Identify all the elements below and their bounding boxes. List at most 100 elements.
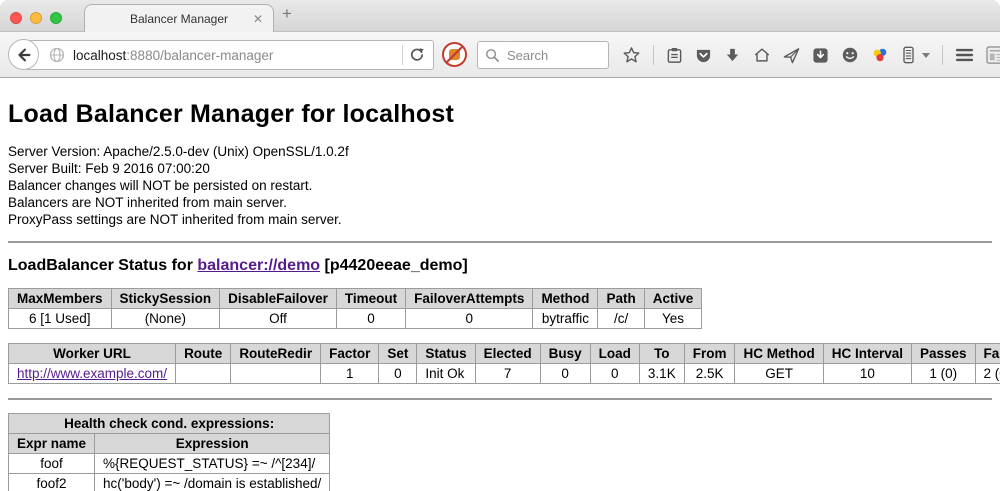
balancer-demo-link[interactable]: balancer://demo xyxy=(197,257,320,274)
cell-expr-name: foof xyxy=(9,454,95,474)
balancer-heading-prefix: LoadBalancer Status for xyxy=(8,257,197,274)
header-to: To xyxy=(639,344,684,364)
balancer-status-table: MaxMembers StickySession DisableFailover… xyxy=(8,288,702,329)
navigation-toolbar: localhost:8880/balancer-manager xyxy=(0,32,1000,78)
toolbar-icons xyxy=(622,40,1000,70)
globe-icon xyxy=(49,47,65,63)
cell-to: 3.1K xyxy=(639,364,684,384)
save-page-icon[interactable] xyxy=(812,47,829,64)
page-content: Load Balancer Manager for localhost Serv… xyxy=(0,78,1000,490)
server-version-line: Server Version: Apache/2.5.0-dev (Unix) … xyxy=(8,143,992,160)
header-fails: Fails xyxy=(975,344,1000,364)
header-maxmembers: MaxMembers xyxy=(9,289,112,309)
cell-set: 0 xyxy=(379,364,417,384)
cell-busy: 0 xyxy=(540,364,590,384)
table-row: foof %{REQUEST_STATUS} =~ /^[234]/ xyxy=(9,454,330,474)
cell-fails: 2 (0) xyxy=(975,364,1000,384)
reload-button[interactable] xyxy=(409,47,425,63)
header-factor: Factor xyxy=(321,344,379,364)
persist-notice-line: Balancer changes will NOT be persisted o… xyxy=(8,177,992,194)
header-method: Method xyxy=(533,289,598,309)
toolbar-divider xyxy=(942,45,943,65)
cell-expr-name: foof2 xyxy=(9,474,95,491)
header-busy: Busy xyxy=(540,344,590,364)
header-expr-name: Expr name xyxy=(9,434,95,454)
cell-stickysession: (None) xyxy=(111,309,220,329)
health-table-title: Health check cond. expressions: xyxy=(9,414,330,434)
browser-window: Balancer Manager ✕ + localhost:8880/bala… xyxy=(0,0,1000,491)
table-row: foof2 hc('body') =~ /domain is establish… xyxy=(9,474,330,491)
urlbar-divider xyxy=(402,45,403,65)
cell-passes: 1 (0) xyxy=(911,364,975,384)
header-disablefailover: DisableFailover xyxy=(220,289,337,309)
header-elected: Elected xyxy=(475,344,540,364)
send-to-device-icon[interactable] xyxy=(783,47,800,64)
header-route: Route xyxy=(176,344,231,364)
minimize-window-button[interactable] xyxy=(30,12,42,24)
header-failoverattempts: FailoverAttempts xyxy=(406,289,533,309)
header-path: Path xyxy=(598,289,644,309)
cell-disablefailover: Off xyxy=(220,309,337,329)
url-domain: localhost xyxy=(73,48,126,63)
toolbar-divider xyxy=(653,45,654,65)
table-header-row: Expr name Expression xyxy=(9,434,330,454)
content-blocker-icon[interactable] xyxy=(441,41,468,68)
search-input[interactable] xyxy=(505,47,595,64)
header-status: Status xyxy=(417,344,475,364)
cell-hc-interval: 10 xyxy=(823,364,911,384)
server-built-line: Server Built: Feb 9 2016 07:00:20 xyxy=(8,160,992,177)
header-routeredir: RouteRedir xyxy=(231,344,321,364)
worker-url-link[interactable]: http://www.example.com/ xyxy=(17,366,167,381)
cell-factor: 1 xyxy=(321,364,379,384)
balancer-heading: LoadBalancer Status for balancer://demo … xyxy=(8,257,992,275)
cell-maxmembers: 6 [1 Used] xyxy=(9,309,112,329)
traffic-lights xyxy=(10,12,62,24)
color-dots-extension-icon[interactable] xyxy=(871,46,889,64)
tab-close-icon[interactable]: ✕ xyxy=(253,12,263,26)
downloads-icon[interactable] xyxy=(724,47,741,64)
header-stickysession: StickySession xyxy=(111,289,220,309)
cell-failoverattempts: 0 xyxy=(406,309,533,329)
table-header-row: Worker URL Route RouteRedir Factor Set S… xyxy=(9,344,1000,364)
back-arrow-icon xyxy=(15,46,33,64)
cell-timeout: 0 xyxy=(336,309,405,329)
back-button[interactable] xyxy=(8,39,39,70)
close-window-button[interactable] xyxy=(10,12,22,24)
header-load: Load xyxy=(590,344,639,364)
page-thumbnail-icon[interactable] xyxy=(986,46,1000,65)
new-tab-button[interactable]: + xyxy=(282,4,292,24)
url-text[interactable]: localhost:8880/balancer-manager xyxy=(73,48,396,63)
zoom-window-button[interactable] xyxy=(50,12,62,24)
dropdown-caret-icon[interactable] xyxy=(922,53,930,58)
pocket-icon[interactable] xyxy=(695,47,712,64)
proxypass-notice-line: ProxyPass settings are NOT inherited fro… xyxy=(8,211,992,228)
search-magnifier-icon xyxy=(485,48,500,63)
titlebar: Balancer Manager ✕ + xyxy=(0,0,1000,32)
search-bar[interactable] xyxy=(477,41,609,69)
section-divider xyxy=(8,398,992,400)
header-hc-interval: HC Interval xyxy=(823,344,911,364)
cell-route xyxy=(176,364,231,384)
tab-title: Balancer Manager xyxy=(130,12,228,26)
header-hc-method: HC Method xyxy=(735,344,823,364)
section-divider xyxy=(8,241,992,243)
reading-list-icon[interactable] xyxy=(666,47,683,64)
bookmark-star-icon[interactable] xyxy=(622,46,641,65)
feedback-smiley-icon[interactable] xyxy=(841,46,859,64)
home-icon[interactable] xyxy=(753,46,771,64)
menu-icon[interactable] xyxy=(955,47,974,63)
health-check-table: Health check cond. expressions: Expr nam… xyxy=(8,413,330,491)
cell-active: Yes xyxy=(644,309,702,329)
cell-method: bytraffic xyxy=(533,309,598,329)
url-bar[interactable]: localhost:8880/balancer-manager xyxy=(24,40,434,70)
header-timeout: Timeout xyxy=(336,289,405,309)
worker-table: Worker URL Route RouteRedir Factor Set S… xyxy=(8,343,1000,384)
sidebar-panel-icon[interactable] xyxy=(901,46,916,64)
balancer-heading-suffix: [p4420eeae_demo] xyxy=(320,257,468,274)
header-active: Active xyxy=(644,289,702,309)
url-path: :8880/balancer-manager xyxy=(126,48,273,63)
tab-balancer-manager[interactable]: Balancer Manager ✕ xyxy=(84,4,274,32)
cell-path: /c/ xyxy=(598,309,644,329)
header-expression: Expression xyxy=(95,434,330,454)
header-from: From xyxy=(684,344,735,364)
